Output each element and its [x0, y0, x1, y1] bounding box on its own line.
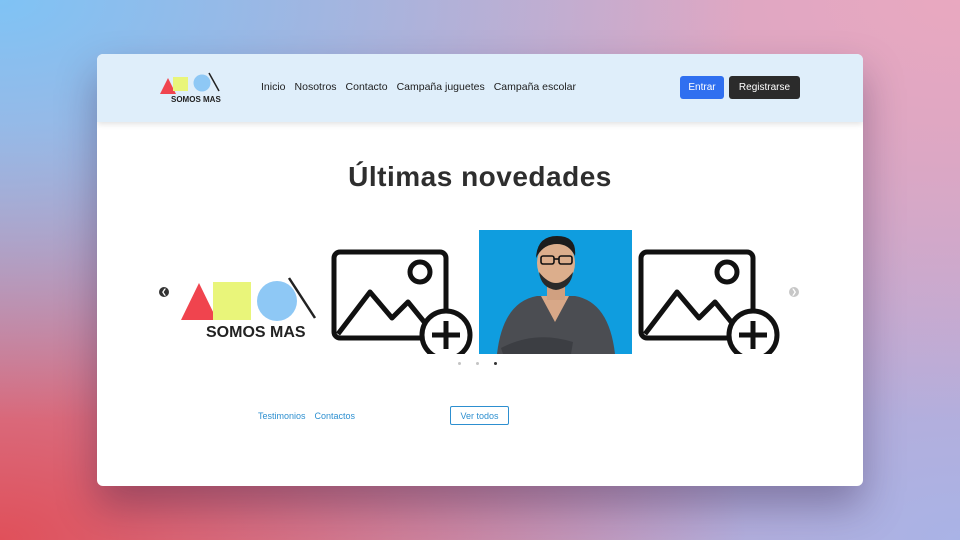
- logo-square: [173, 77, 188, 91]
- carousel-indicators: [458, 362, 497, 365]
- register-button[interactable]: Registrarse: [729, 76, 800, 99]
- logo-circle: [193, 74, 211, 92]
- slide-logo-text: SOMOS MAS: [206, 324, 306, 341]
- somos-mas-logo[interactable]: SOMOS MAS: [159, 72, 225, 104]
- slide-logo-square: [213, 282, 251, 320]
- carousel-dot-1[interactable]: [458, 362, 461, 365]
- page-title: Últimas novedades: [348, 161, 612, 192]
- chevron-right-icon: ❯: [791, 289, 797, 296]
- news-carousel: ❮ SOMOS MAS ❯: [97, 230, 863, 365]
- navbar: SOMOS MAS Inicio Nosotros Contacto Campa…: [97, 54, 863, 122]
- carousel-slide-photo: [479, 230, 632, 354]
- image-add-placeholder-icon: [638, 249, 780, 354]
- footer-links: Testimonios Contactos: [258, 411, 355, 421]
- slide-logo-circle: [257, 281, 297, 321]
- nav-link-campana-escolar[interactable]: Campaña escolar: [494, 81, 576, 93]
- link-contactos[interactable]: Contactos: [315, 411, 356, 421]
- carousel-dot-2[interactable]: [476, 362, 479, 365]
- person-photo: [479, 230, 632, 354]
- slide-logo-triangle: [181, 283, 217, 320]
- carousel-next-button[interactable]: ❯: [789, 287, 799, 297]
- logo-text: SOMOS MAS: [171, 95, 221, 104]
- nav-link-campana-juguetes[interactable]: Campaña juguetes: [397, 81, 485, 93]
- carousel-dot-3[interactable]: [494, 362, 497, 365]
- browser-window: SOMOS MAS Inicio Nosotros Contacto Campa…: [97, 54, 863, 486]
- nav-link-nosotros[interactable]: Nosotros: [295, 81, 337, 93]
- main-nav: Inicio Nosotros Contacto Campaña juguete…: [261, 81, 576, 93]
- nav-link-inicio[interactable]: Inicio: [261, 81, 286, 93]
- view-all-button[interactable]: Ver todos: [450, 406, 509, 425]
- carousel-slide-logo: SOMOS MAS: [181, 277, 317, 341]
- image-add-placeholder-icon: [331, 249, 473, 354]
- chevron-left-icon: ❮: [161, 289, 167, 296]
- logo-slash: [208, 72, 220, 92]
- nav-link-contacto[interactable]: Contacto: [346, 81, 388, 93]
- carousel-prev-button[interactable]: ❮: [159, 287, 169, 297]
- login-button[interactable]: Entrar: [680, 76, 724, 99]
- link-testimonios[interactable]: Testimonios: [258, 411, 306, 421]
